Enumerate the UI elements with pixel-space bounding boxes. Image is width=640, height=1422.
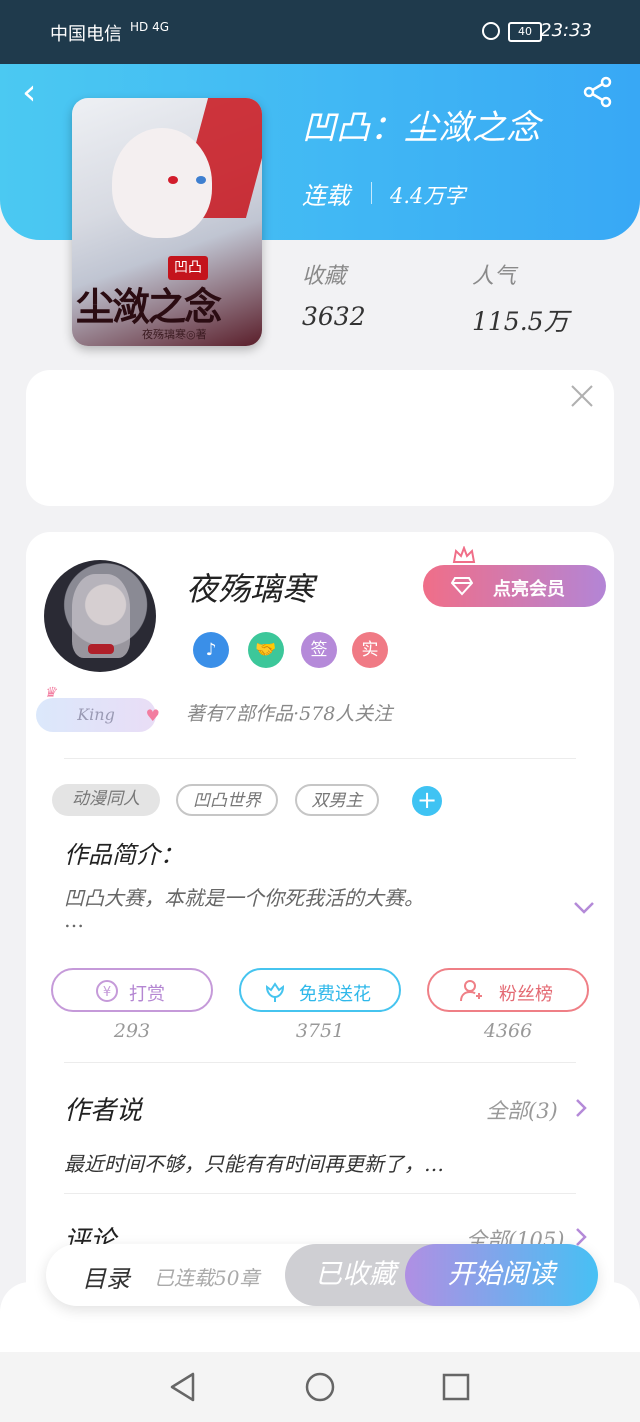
add-tag-button[interactable]: + <box>412 786 442 816</box>
verified-badge-icon[interactable]: 实 <box>352 632 388 668</box>
fan-count: 4366 <box>483 1020 533 1042</box>
intro-ellipsis: … <box>64 908 84 932</box>
back-button[interactable]: ‹ <box>22 75 36 111</box>
divider <box>64 1062 576 1063</box>
popularity-count: 115.5万 <box>472 307 569 336</box>
chapter-count[interactable]: 已连载50章 <box>154 1262 259 1291</box>
tag-dual-male-lead[interactable]: 双男主 <box>295 784 379 816</box>
alarm-icon <box>482 22 500 40</box>
crown-icon: ♛ <box>44 685 57 701</box>
flower-count: 3751 <box>295 1020 345 1042</box>
author-name[interactable]: 夜殇璃寒 <box>186 564 314 610</box>
handshake-badge-icon[interactable]: 🤝 <box>248 632 284 668</box>
share-icon <box>583 76 612 108</box>
divider <box>64 758 576 759</box>
ad-banner[interactable] <box>26 370 614 506</box>
nav-recents-icon[interactable] <box>439 1370 473 1404</box>
popularity-label: 人气 <box>472 264 517 289</box>
tag-anime-fanfic[interactable]: 动漫同人 <box>52 784 160 816</box>
expand-intro-button[interactable] <box>572 898 596 918</box>
author-stats: 著有7部作品·578人关注 <box>186 703 393 725</box>
intro-heading: 作品简介： <box>64 841 184 869</box>
music-badge-icon[interactable]: ♪ <box>193 632 229 668</box>
intro-text: 凹凸大赛，本就是一个你死我活的大赛。 <box>64 886 424 910</box>
network-indicator: HD 4G <box>130 20 170 34</box>
author-avatar[interactable] <box>44 560 156 672</box>
fan-ranking-button[interactable]: 粉丝榜 <box>427 968 589 1012</box>
battery-icon: 40 <box>508 22 542 42</box>
heart-icon: ♥ <box>145 706 160 725</box>
status-bar: 中国电信 HD 4G 40 23:33 <box>0 0 640 64</box>
author-title-badge: ♛ King ♥ <box>36 686 160 732</box>
favorites-label: 收藏 <box>302 264 347 289</box>
crown-icon <box>452 546 476 563</box>
close-icon <box>571 385 593 407</box>
diamond-icon <box>451 577 473 596</box>
signed-badge-icon[interactable]: 签 <box>301 632 337 668</box>
chevron-left-icon: ‹ <box>22 72 37 113</box>
yuan-coin-icon: ¥ <box>96 980 118 1002</box>
user-icon <box>460 980 482 1002</box>
serial-status: 连载 <box>302 182 350 210</box>
tip-label: 打赏 <box>129 984 165 1005</box>
cover-author: 夜殇璃寒◎著 <box>142 328 207 341</box>
svg-text:¥: ¥ <box>103 985 111 1000</box>
tip-button[interactable]: ¥ 打赏 <box>51 968 213 1012</box>
fan-ranking-label: 粉丝榜 <box>499 984 553 1005</box>
close-ad-button[interactable] <box>568 382 596 410</box>
tip-count: 293 <box>113 1020 151 1042</box>
status-divider <box>371 182 372 204</box>
nav-home-icon[interactable] <box>303 1370 337 1404</box>
cover-title: 尘潋之念 <box>76 284 222 329</box>
carrier-name: 中国电信 <box>50 24 122 45</box>
author-says-title: 作者说 <box>64 1096 143 1126</box>
table-of-contents-button[interactable]: 目录 <box>82 1259 130 1294</box>
share-button[interactable] <box>580 74 616 110</box>
book-cover[interactable]: 凹凸 尘潋之念 夜殇璃寒◎著 <box>72 98 262 346</box>
activate-vip-button[interactable]: 点亮会员 <box>423 565 606 607</box>
chevron-right-icon <box>576 1099 587 1117</box>
favorites-count: 3632 <box>302 302 366 331</box>
chevron-down-icon <box>574 902 594 914</box>
start-reading-button[interactable]: 开始阅读 <box>405 1244 598 1306</box>
send-flower-button[interactable]: 免费送花 <box>239 968 401 1012</box>
tag-aotu-world[interactable]: 凹凸世界 <box>176 784 278 816</box>
vip-button-label: 点亮会员 <box>493 579 565 600</box>
flower-icon <box>265 982 285 1002</box>
divider <box>64 1193 576 1194</box>
clock: 23:33 <box>540 20 592 41</box>
word-count: 4.4万字 <box>390 184 466 208</box>
send-flower-label: 免费送花 <box>299 984 371 1005</box>
author-says-all-link[interactable]: 全部(3) <box>486 1095 558 1125</box>
system-navigation-bar <box>0 1352 640 1422</box>
book-title: 凹凸：尘潋之念 <box>302 108 540 148</box>
nav-back-icon[interactable] <box>166 1370 200 1404</box>
plus-icon: + <box>416 786 438 814</box>
author-says-text[interactable]: 最近时间不够，只能有有时间再更新了，… <box>64 1148 444 1177</box>
author-title-text: King <box>77 705 115 724</box>
